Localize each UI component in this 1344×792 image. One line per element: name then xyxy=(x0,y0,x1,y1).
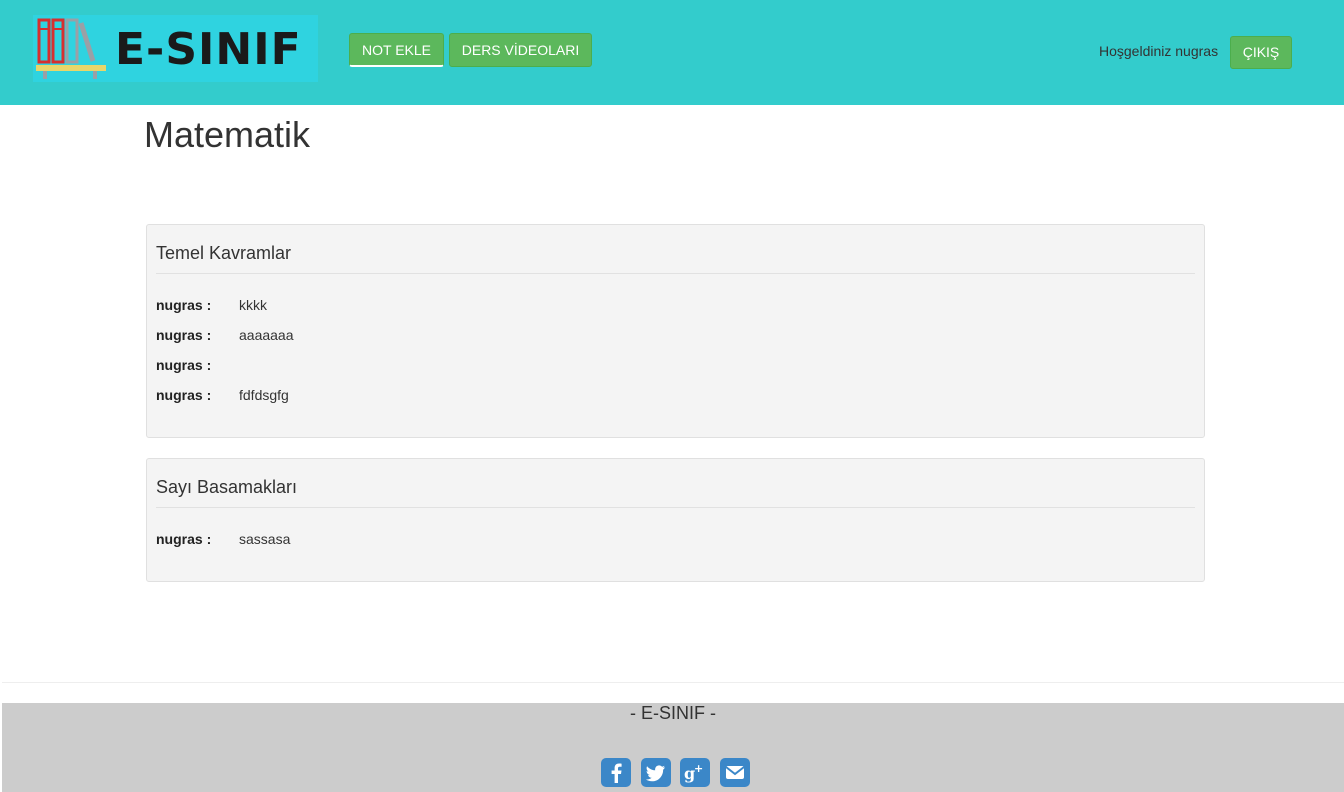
note-author: nugras : xyxy=(156,357,212,373)
note-text: fdfdsgfg xyxy=(239,387,289,403)
panel-divider xyxy=(156,507,1195,508)
note-author: nugras : xyxy=(156,387,212,403)
logout-button[interactable]: ÇIKIŞ xyxy=(1230,36,1292,69)
panel-divider xyxy=(156,273,1195,274)
welcome-text: Hoşgeldiniz nugras xyxy=(1099,43,1219,59)
footer-title: - E-SINIF - xyxy=(630,703,716,723)
svg-text:+: + xyxy=(694,762,703,775)
facebook-icon[interactable] xyxy=(601,758,631,787)
panel-title: Sayı Basamakları xyxy=(156,477,298,497)
not-ekle-button[interactable]: NOT EKLE xyxy=(349,33,444,67)
topic-panel-sayi-basamaklari: Sayı Basamakları nugras : sassasa xyxy=(146,458,1205,582)
ders-videolari-button[interactable]: DERS VİDEOLARI xyxy=(449,33,592,67)
logo-text: E-SINIF xyxy=(115,24,302,75)
footer-divider xyxy=(2,682,1344,683)
note-text: kkkk xyxy=(239,297,267,313)
note-item: nugras : aaaaaaa xyxy=(156,325,294,345)
note-item: nugras : fdfdsgfg xyxy=(156,385,289,405)
note-text: aaaaaaa xyxy=(239,327,294,343)
note-author: nugras : xyxy=(156,327,212,343)
topic-panel-temel-kavramlar: Temel Kavramlar nugras : kkkk nugras : aaa… xyxy=(146,224,1205,438)
navbar: E-SINIF NOT EKLE DERS VİDEOLARI Hoşgeldi… xyxy=(0,0,1344,105)
note-author: nugras : xyxy=(156,297,212,313)
note-author: nugras : xyxy=(156,531,212,547)
email-icon[interactable] xyxy=(720,758,750,787)
page-title: Matematik xyxy=(144,114,311,155)
footer: - E-SINIF - g + xyxy=(2,703,1344,792)
twitter-icon[interactable] xyxy=(641,758,671,787)
note-text: sassasa xyxy=(239,531,291,547)
note-item: nugras : xyxy=(156,355,239,375)
note-item: nugras : kkkk xyxy=(156,295,267,315)
google-plus-icon[interactable]: g + xyxy=(680,758,710,787)
site-logo[interactable]: E-SINIF xyxy=(33,15,318,82)
note-item: nugras : sassasa xyxy=(156,529,290,549)
panel-title: Temel Kavramlar xyxy=(156,243,292,263)
bookshelf-logo-icon xyxy=(36,18,106,79)
